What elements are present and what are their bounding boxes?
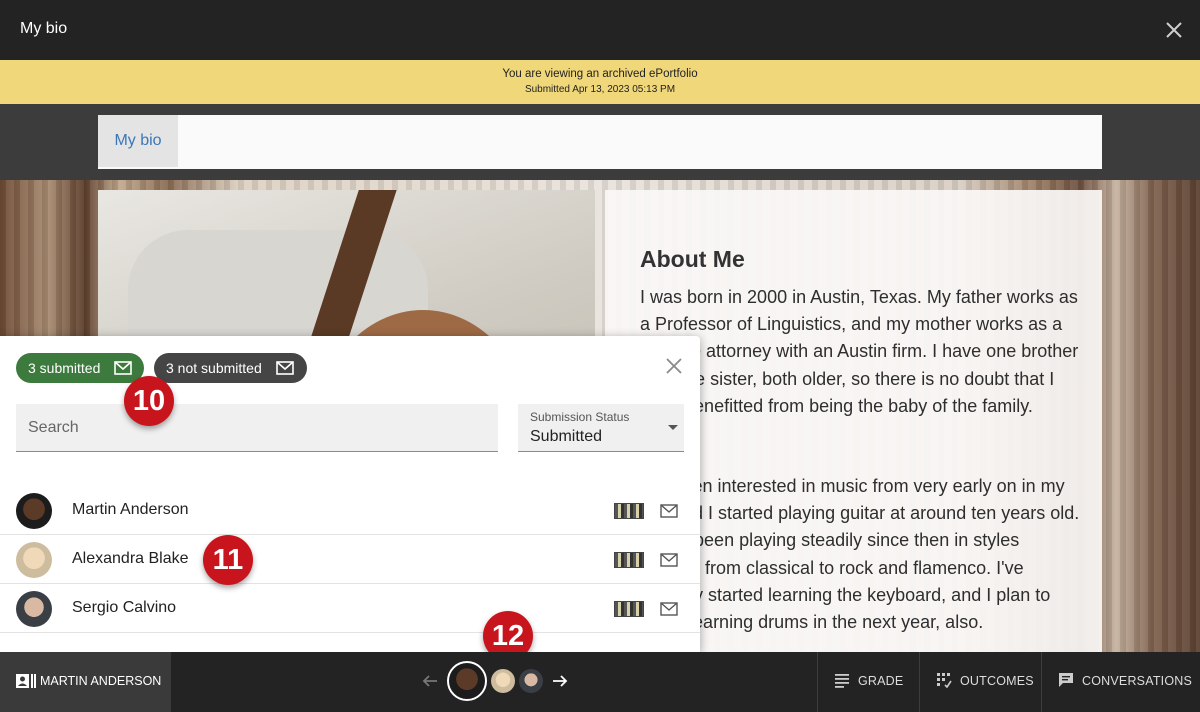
dropdown-arrow-icon <box>668 425 678 430</box>
callout-11: 11 <box>203 535 253 585</box>
grade-button[interactable]: GRADE <box>817 652 919 712</box>
avatar[interactable] <box>491 669 515 693</box>
mail-icon[interactable] <box>660 602 678 616</box>
student-row[interactable]: Martin Anderson <box>0 486 700 535</box>
mail-icon[interactable] <box>660 504 678 518</box>
tab-my-bio[interactable]: My bio <box>98 115 178 167</box>
avatar <box>16 591 52 627</box>
arrow-right-icon[interactable] <box>551 672 569 690</box>
avatar <box>16 542 52 578</box>
avatar[interactable] <box>447 661 487 701</box>
student-list-panel: 3 submitted 3 not submitted Submission S… <box>0 336 700 652</box>
close-icon[interactable] <box>665 357 683 375</box>
grade-list-icon <box>835 674 849 688</box>
student-name: Martin Anderson <box>72 501 189 518</box>
outcomes-icon <box>937 673 952 688</box>
not-submitted-filter-button[interactable]: 3 not submitted <box>154 353 307 383</box>
outcomes-button[interactable]: OUTCOMES <box>919 652 1041 712</box>
submission-thumbnail[interactable] <box>614 552 644 568</box>
mail-icon[interactable] <box>660 553 678 567</box>
submission-thumbnail[interactable] <box>614 503 644 519</box>
mail-icon <box>276 361 294 375</box>
student-row[interactable]: Sergio Calvino <box>0 584 700 633</box>
avatar[interactable] <box>519 669 543 693</box>
student-card-icon <box>16 674 36 688</box>
submission-thumbnail[interactable] <box>614 601 644 617</box>
conversations-button[interactable]: CONVERSATIONS <box>1041 652 1200 712</box>
portfolio-page-nav: My bio <box>98 115 1102 169</box>
mail-icon <box>114 361 132 375</box>
article-heading: About Me <box>640 246 745 272</box>
modal-header: My bio <box>0 0 1200 60</box>
chat-icon <box>1059 673 1073 687</box>
archived-banner: You are viewing an archived ePortfolio S… <box>0 60 1200 104</box>
submission-status-select[interactable]: Submission Status Submitted <box>518 404 684 452</box>
not-submitted-count-label: 3 not submitted <box>166 360 262 376</box>
search-input[interactable] <box>16 404 498 452</box>
student-name: Alexandra Blake <box>72 550 189 567</box>
grade-label: GRADE <box>858 674 904 688</box>
student-list-toggle-button[interactable]: MARTIN ANDERSON <box>0 652 171 712</box>
close-icon[interactable] <box>1164 20 1184 40</box>
submission-status-value: Submitted <box>530 428 603 445</box>
modal-title: My bio <box>20 20 68 37</box>
submission-status-label: Submission Status <box>530 410 630 424</box>
student-row[interactable]: Alexandra Blake <box>0 535 700 584</box>
student-name: Sergio Calvino <box>72 599 177 616</box>
bottom-toolbar: MARTIN ANDERSON GRADE OUTCOMES CONVERSAT… <box>0 652 1200 712</box>
submitted-filter-button[interactable]: 3 submitted <box>16 353 144 383</box>
article-paragraph-2: I've been interested in music from very … <box>640 476 1080 633</box>
submitted-date: Submitted Apr 13, 2023 05:13 PM <box>524 84 676 95</box>
arrow-left-icon[interactable] <box>421 672 439 690</box>
submitted-count-label: 3 submitted <box>28 360 101 376</box>
outcomes-label: OUTCOMES <box>960 674 1034 688</box>
avatar <box>16 493 52 529</box>
article-paragraph-1: I was born in 2000 in Austin, Texas. My … <box>640 287 1079 416</box>
callout-10: 10 <box>124 376 174 426</box>
current-student-name: MARTIN ANDERSON <box>40 674 162 688</box>
conversations-label: CONVERSATIONS <box>1082 674 1193 688</box>
archived-message: You are viewing an archived ePortfolio <box>502 68 698 80</box>
